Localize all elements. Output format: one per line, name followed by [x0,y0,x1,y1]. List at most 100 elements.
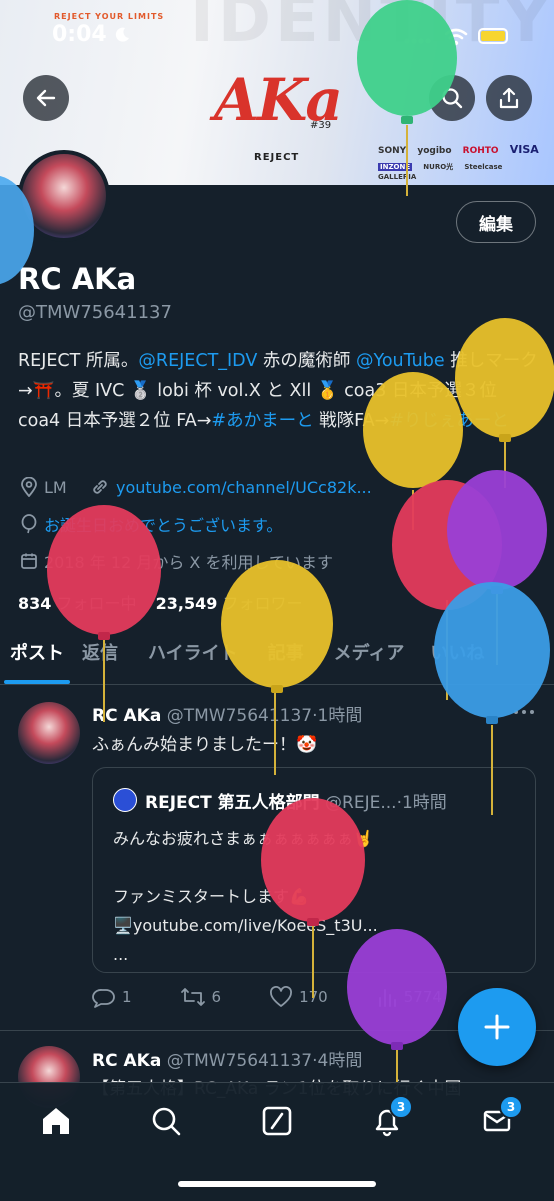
followers-count: 23,549 [155,594,218,613]
quote-header: REJECT 第五人格部門 @REJE...·1時間 [145,788,447,813]
repost-count: 6 [211,988,222,1006]
tab-media[interactable]: メディア [334,640,405,684]
quote-line: ファンミスタートします💪 [113,887,309,906]
sponsor-logo: NURO光 [423,163,454,171]
link-icon [93,480,107,494]
balloon-purple [447,470,547,665]
nav-notifications[interactable]: 3 [367,1095,413,1141]
quote-body: みんなお疲れさまぁぁぁぁぁぁぁ🤘 ファンミスタートします💪 🖥️youtube.… [113,824,378,969]
tab-replies[interactable]: 返信 [82,640,118,684]
joined-text: 2018 年 12 月から X を利用しています [44,553,333,572]
edit-profile-button[interactable]: 編集 [456,201,536,243]
search-icon [442,88,463,109]
tab-highlights[interactable]: ハイライト [148,640,238,684]
compose-post-button[interactable] [458,988,536,1066]
like-count: 170 [299,988,328,1006]
post-time: ·4時間 [312,1051,363,1071]
signal-icon [404,38,431,44]
sponsor-logo: VISA [509,143,539,156]
search-icon [152,1107,181,1136]
bio-text: REJECT 所属。 [18,351,139,371]
sponsor-logo: ROHTO [462,146,499,156]
profile-avatar[interactable] [18,150,110,242]
battery-icon [478,28,508,44]
following-link[interactable]: 834 フォロー中 [18,594,151,613]
tab-articles[interactable]: 記事 [268,640,304,684]
post-author-handle: @TMW75641137 [166,706,313,726]
share-icon [499,87,519,109]
follow-counts: 834 フォロー中 23,549 フォロワー [18,590,316,614]
post-time: ·1時間 [312,706,363,726]
nav-messages[interactable]: 3 [477,1095,523,1141]
more-icon[interactable] [512,708,536,716]
plus-icon [484,1014,510,1040]
messages-badge: 3 [499,1095,523,1119]
repost-button[interactable]: 6 [180,986,222,1008]
reply-button[interactable]: 1 [92,986,132,1008]
quote-link[interactable]: 🖥️youtube.com/live/KoeeS_t3U... [113,911,378,940]
bio-hashtag-link[interactable]: #あかまーと [211,411,313,431]
home-indicator [178,1181,376,1187]
profile-handle: @TMW75641137 [18,302,172,323]
sponsors-row-1: SONY yogibo ROHTO VISA [378,143,548,156]
post-author-name[interactable]: RC AKa [92,706,161,726]
quote-author-handle: @REJE... [325,793,397,813]
sponsor-logo: Steelcase [464,163,503,171]
nav-grok[interactable] [257,1101,297,1141]
grok-icon [262,1106,292,1136]
heart-icon [270,986,293,1007]
profile-birthday: お誕生日おめでとうございます。 [20,512,282,536]
reply-count: 1 [122,988,132,1006]
views-button[interactable]: 5774 [376,986,442,1008]
following-count: 834 [18,594,52,613]
banner-sponsors: SONY yogibo ROHTO VISA INZONE NURO光 Stee… [378,143,548,182]
profile-tabs: ポスト 返信 ハイライト 記事 メディア いいね [0,640,554,685]
profile-location: LM [20,477,67,497]
sponsor-logo: SONY [378,146,407,156]
bio-hashtag-link[interactable]: #りじぇあーと [389,411,509,431]
banner-tagline: REJECT YOUR LIMITS [54,12,165,21]
home-icon [43,1108,69,1134]
bio-text: 戦隊FA→ [313,411,390,431]
search-button[interactable] [429,75,475,121]
calendar-icon [21,553,37,569]
wifi-icon [444,28,468,46]
like-button[interactable]: 170 [269,986,328,1008]
followers-label: フォロワー [222,594,303,613]
view-count: 5774 [403,988,442,1006]
quote-line: みんなお疲れさまぁぁぁぁぁぁぁ🤘 [113,829,373,848]
status-time: 0:04 [52,22,107,47]
tab-posts[interactable]: ポスト [0,640,70,684]
quote-ellipsis: ... [113,945,129,964]
nav-home[interactable] [36,1101,76,1141]
nav-search[interactable] [146,1101,186,1141]
quote-time: ·1時間 [396,793,447,813]
post-header: RC AKa @TMW75641137·4時間 [92,1046,362,1071]
website-link[interactable]: youtube.com/channel/UCc82k... [116,478,372,497]
views-icon [378,989,396,1007]
post-author-name[interactable]: RC AKa [92,1051,161,1071]
quoted-post[interactable]: REJECT 第五人格部門 @REJE...·1時間 みんなお疲れさまぁぁぁぁぁ… [92,767,536,973]
profile-bio: REJECT 所属。@REJECT_IDV 赤の魔術師 @YouTube 推しマ… [18,346,540,436]
bio-mention-link[interactable]: @YouTube [356,351,445,371]
balloon-icon [21,514,37,534]
back-button[interactable] [23,75,69,121]
banner-brand: REJECT [254,152,300,163]
banner-number: #39 [310,120,332,131]
share-button[interactable] [486,75,532,121]
followers-link[interactable]: 23,549 フォロワー [156,594,317,613]
profile-website[interactable]: youtube.com/channel/UCc82k... [90,477,372,497]
notifications-badge: 3 [389,1095,413,1119]
bio-text: 赤の魔術師 [257,351,356,371]
following-label: フォロー中 [56,594,137,613]
repost-icon [180,988,205,1006]
post-header: RC AKa @TMW75641137·1時間 [92,701,362,726]
bio-mention-link[interactable]: @REJECT_IDV [138,351,257,371]
reply-icon [92,989,115,1008]
sponsors-row-2: INZONE NURO光 Steelcase GALLERIA [378,162,548,182]
sponsor-logo: GALLERIA [378,173,417,181]
tab-likes[interactable]: いいね [430,640,484,684]
birthday-text: お誕生日おめでとうございます。 [44,516,283,535]
arrow-left-icon [36,89,56,107]
post-avatar[interactable] [18,702,80,764]
